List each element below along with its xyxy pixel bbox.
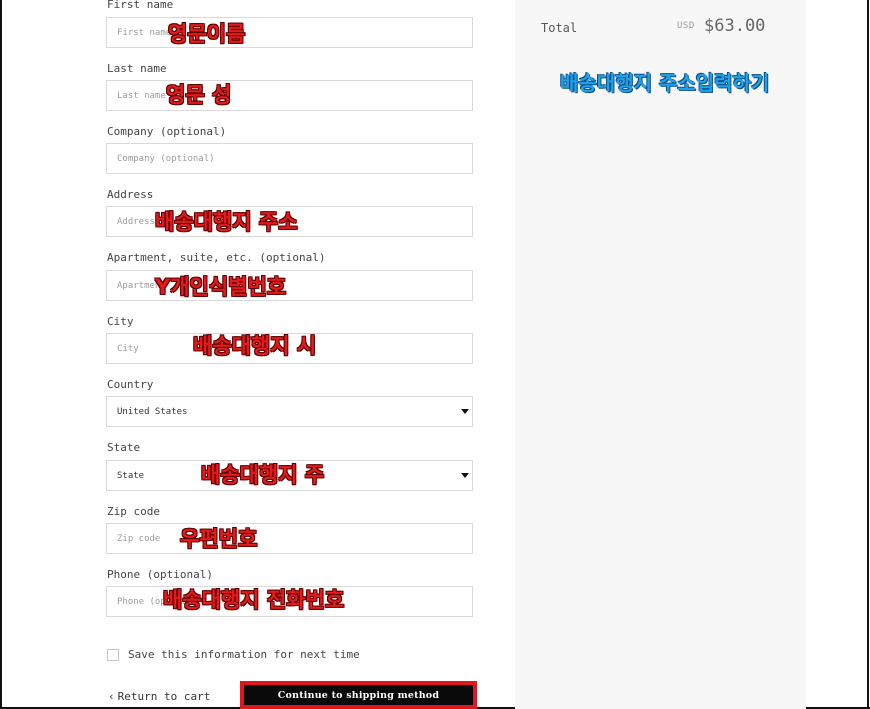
state-label: State (107, 441, 141, 454)
annotation-apartment: Y개인식별번호 (155, 275, 287, 299)
annotation-state: 배송대행지 주 (201, 463, 325, 487)
annotation-last-name: 영문 성 (166, 83, 232, 107)
zip-field[interactable] (106, 523, 473, 554)
caret-down-icon (461, 409, 469, 414)
last-name-label: Last name (107, 62, 167, 75)
order-summary-panel (515, 0, 806, 709)
annotation-first-name: 영문이름 (168, 22, 246, 46)
caret-down-icon (461, 473, 469, 478)
zip-label: Zip code (107, 505, 160, 518)
save-info-label: Save this information for next time (128, 648, 360, 661)
first-name-label: First name (107, 0, 174, 11)
country-label: Country (107, 378, 154, 391)
city-label: City (107, 315, 134, 328)
continue-to-shipping-label: Continue to shipping method (244, 685, 473, 705)
continue-to-shipping-button[interactable]: Continue to shipping method (240, 681, 477, 709)
first-name-input[interactable] (107, 18, 472, 47)
company-input[interactable] (107, 144, 472, 173)
total-currency: USD (677, 21, 695, 31)
total-label: Total (541, 21, 578, 35)
company-label: Company (optional) (107, 125, 227, 138)
last-name-field[interactable] (106, 80, 473, 111)
last-name-input[interactable] (107, 81, 472, 110)
first-name-field[interactable] (106, 17, 473, 48)
company-field[interactable] (106, 143, 473, 174)
zip-input[interactable] (107, 524, 472, 553)
annotation-address: 배송대행지 주소 (155, 210, 298, 234)
state-select-value: State (117, 471, 145, 481)
country-select-value: United States (117, 407, 188, 417)
country-select[interactable]: United States (106, 396, 473, 427)
address-label: Address (107, 188, 154, 201)
annotation-phone: 배송대행지 전화번호 (163, 588, 345, 612)
annotation-city: 배송대행지 시 (193, 334, 317, 358)
return-to-cart-link[interactable]: ‹ Return to cart (108, 690, 210, 703)
total-amount: $63.00 (704, 16, 766, 36)
frame-right-border (867, 0, 869, 709)
phone-label: Phone (optional) (107, 568, 213, 581)
save-info-checkbox[interactable] (107, 649, 119, 661)
apartment-label: Apartment, suite, etc. (optional) (107, 251, 326, 264)
return-to-cart-label: Return to cart (117, 690, 211, 703)
annotation-zip: 우편번호 (180, 527, 258, 551)
annotation-title: 배송대행지 주소입력하기 (560, 71, 770, 95)
chevron-left-icon: ‹ (108, 690, 115, 703)
